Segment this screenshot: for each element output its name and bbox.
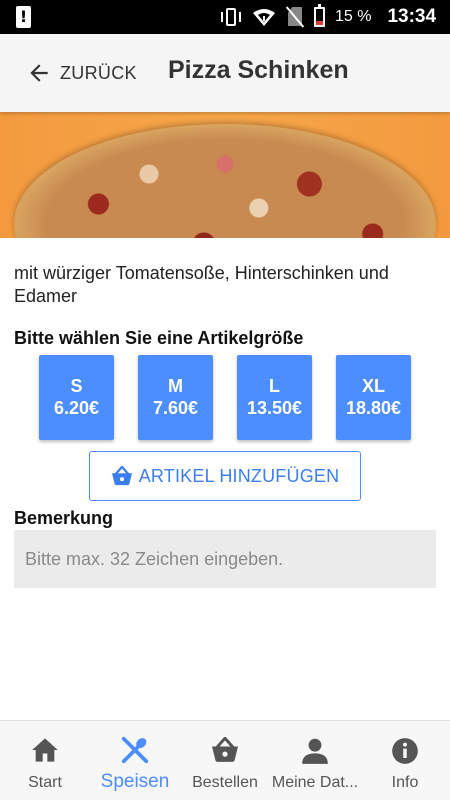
size-name: S xyxy=(70,376,83,396)
basket-icon xyxy=(111,466,132,486)
size-price: 18.80€ xyxy=(345,398,402,418)
clock: 13:34 xyxy=(387,6,437,27)
remark-label: Bemerkung xyxy=(14,508,114,528)
size-price: 7.60€ xyxy=(152,398,199,418)
back-button[interactable]: ZURÜCK xyxy=(26,60,137,86)
vibrate-icon xyxy=(220,7,242,27)
size-price: 13.50€ xyxy=(246,398,303,418)
basket-icon xyxy=(212,737,238,762)
add-item-label: ARTIKEL HINZUFÜGEN xyxy=(138,465,340,486)
size-options: S 6.20€ M 7.60€ L 13.50€ XL 18.80€ xyxy=(39,355,411,440)
nav-item-meine-daten[interactable]: Meine Dat... xyxy=(270,721,360,800)
size-name: L xyxy=(269,376,280,396)
wifi-icon xyxy=(253,9,275,26)
nav-label: Speisen xyxy=(100,771,170,792)
alert-icon xyxy=(16,6,31,28)
info-icon xyxy=(392,738,418,764)
size-button-m[interactable]: M 7.60€ xyxy=(138,355,213,440)
size-name: M xyxy=(168,376,183,396)
status-bar: 15 % 13:34 xyxy=(0,0,450,34)
size-button-l[interactable]: L 13.50€ xyxy=(237,355,312,440)
nav-item-speisen[interactable]: Speisen xyxy=(90,721,180,800)
person-icon xyxy=(302,738,328,764)
status-icons: 15 % 13:34 xyxy=(220,4,437,28)
nav-item-info[interactable]: Info xyxy=(360,721,450,800)
product-image xyxy=(0,112,450,238)
bottom-navigation: Start Speisen Bestellen Meine Dat... Inf… xyxy=(0,720,450,800)
size-heading: Bitte wählen Sie eine Artikelgröße xyxy=(14,328,304,348)
page-title: Pizza Schinken xyxy=(168,56,349,84)
app-header: ZURÜCK Pizza Schinken xyxy=(0,34,450,112)
remark-input[interactable] xyxy=(14,530,436,588)
nav-label: Info xyxy=(391,774,419,791)
pizza-image xyxy=(14,124,436,238)
size-button-xl[interactable]: XL 18.80€ xyxy=(336,355,411,440)
nav-item-start[interactable]: Start xyxy=(0,721,90,800)
battery-icon xyxy=(314,4,325,27)
home-icon xyxy=(32,738,58,762)
nav-label: Start xyxy=(28,774,62,791)
arrow-left-icon xyxy=(30,64,48,82)
size-price: 6.20€ xyxy=(53,398,100,418)
no-sim-icon xyxy=(285,6,305,28)
nav-label: Meine Dat... xyxy=(271,774,359,791)
size-button-s[interactable]: S 6.20€ xyxy=(39,355,114,440)
size-name: XL xyxy=(361,376,385,396)
add-item-button[interactable]: ARTIKEL HINZUFÜGEN xyxy=(89,451,361,501)
cutlery-icon xyxy=(121,736,149,764)
battery-percent: 15 % xyxy=(335,8,372,25)
product-description: mit würziger Tomatensoße, Hinterschinken… xyxy=(14,263,389,306)
nav-label: Bestellen xyxy=(192,774,258,791)
back-label: ZURÜCK xyxy=(60,62,137,83)
nav-item-bestellen[interactable]: Bestellen xyxy=(180,721,270,800)
